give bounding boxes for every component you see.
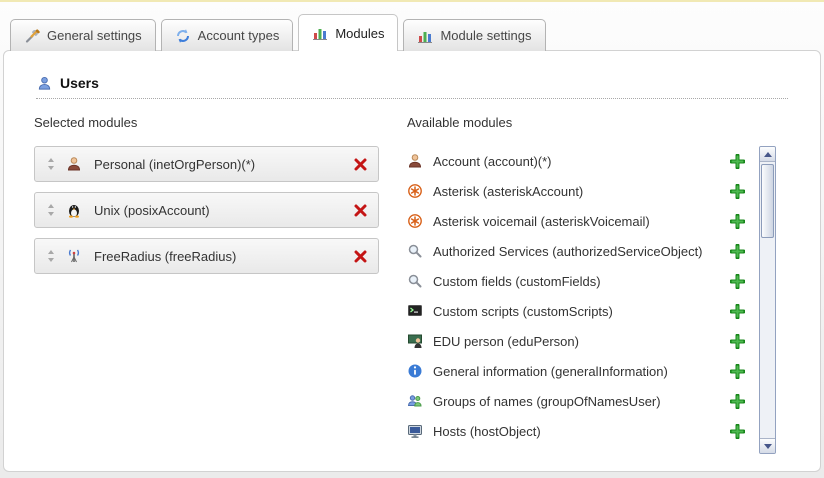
tab-module-settings[interactable]: Module settings <box>403 19 545 51</box>
add-module-button[interactable] <box>730 184 745 199</box>
module-label: FreeRadius (freeRadius) <box>94 249 353 264</box>
scroll-up-icon <box>764 152 772 157</box>
available-module-row: Groups of names (groupOfNamesUser) <box>407 386 753 416</box>
delete-module-button[interactable] <box>353 157 368 172</box>
tab-label: Modules <box>335 26 384 41</box>
available-module-row: Hosts (hostObject) <box>407 416 753 446</box>
group-icon <box>407 393 423 409</box>
selected-module-row[interactable]: Personal (inetOrgPerson)(*) <box>34 146 379 182</box>
add-module-button[interactable] <box>730 214 745 229</box>
chart-icon <box>417 28 433 44</box>
available-modules-list: Account (account)(*) Asterisk (asteriskAc… <box>407 146 753 446</box>
person-icon <box>407 153 423 169</box>
users-icon <box>36 75 52 91</box>
available-modules-area: Account (account)(*) Asterisk (asteriskAc… <box>407 146 776 454</box>
available-modules-column: Available modules Account (account)(*) As… <box>407 115 776 454</box>
available-module-row: Account (account)(*) <box>407 146 753 176</box>
drag-icon[interactable] <box>45 249 57 263</box>
refresh-icon <box>175 28 191 44</box>
unix-icon <box>66 202 82 218</box>
available-module-row: General information (generalInformation) <box>407 356 753 386</box>
module-label: Authorized Services (authorizedServiceOb… <box>433 244 730 259</box>
asterisk-icon <box>407 213 423 229</box>
tab-account-types[interactable]: Account types <box>161 19 294 51</box>
add-module-button[interactable] <box>730 304 745 319</box>
module-label: Personal (inetOrgPerson)(*) <box>94 157 353 172</box>
scrollbar-track[interactable] <box>760 162 775 438</box>
module-label: Groups of names (groupOfNamesUser) <box>433 394 730 409</box>
add-module-button[interactable] <box>730 364 745 379</box>
available-module-row: EDU person (eduPerson) <box>407 326 753 356</box>
scroll-down-icon <box>764 444 772 449</box>
module-label: Custom scripts (customScripts) <box>433 304 730 319</box>
module-label: Custom fields (customFields) <box>433 274 730 289</box>
section-header: Users <box>36 75 788 99</box>
magnifier-icon <box>407 273 423 289</box>
lam-configuration-page: General settings Account types Modules Modu… <box>0 0 824 472</box>
selected-modules-list: Personal (inetOrgPerson)(*) Unix (posixAc… <box>34 146 379 274</box>
tab-bar: General settings Account types Modules Modu… <box>0 2 824 50</box>
scroll-up-button[interactable] <box>760 147 775 162</box>
person-icon <box>66 156 82 172</box>
module-label: Asterisk (asteriskAccount) <box>433 184 730 199</box>
selected-module-row[interactable]: Unix (posixAccount) <box>34 192 379 228</box>
tab-label: Account types <box>198 28 280 43</box>
add-module-button[interactable] <box>730 274 745 289</box>
magnifier-icon <box>407 243 423 259</box>
module-label: EDU person (eduPerson) <box>433 334 730 349</box>
chart-icon <box>312 25 328 41</box>
available-modules-heading: Available modules <box>407 115 776 130</box>
add-module-button[interactable] <box>730 334 745 349</box>
host-icon <box>407 423 423 439</box>
available-modules-scrollbar[interactable] <box>759 146 776 454</box>
info-icon <box>407 363 423 379</box>
freeradius-icon <box>66 248 82 264</box>
module-label: General information (generalInformation) <box>433 364 730 379</box>
selected-modules-heading: Selected modules <box>34 115 379 130</box>
available-module-row: Asterisk voicemail (asteriskVoicemail) <box>407 206 753 236</box>
asterisk-icon <box>407 183 423 199</box>
scrollbar-thumb[interactable] <box>761 164 774 238</box>
drag-icon[interactable] <box>45 157 57 171</box>
add-module-button[interactable] <box>730 424 745 439</box>
available-module-row: Custom scripts (customScripts) <box>407 296 753 326</box>
add-module-button[interactable] <box>730 244 745 259</box>
tab-label: General settings <box>47 28 142 43</box>
selected-modules-column: Selected modules Personal (inetOrgPerson… <box>34 115 379 454</box>
edu-icon <box>407 333 423 349</box>
content-panel: Users Selected modules Personal (inetOrg… <box>3 50 821 472</box>
module-label: Account (account)(*) <box>433 154 730 169</box>
wrench-icon <box>24 28 40 44</box>
scroll-down-button[interactable] <box>760 438 775 453</box>
module-label: Asterisk voicemail (asteriskVoicemail) <box>433 214 730 229</box>
available-module-row: Custom fields (customFields) <box>407 266 753 296</box>
module-label: Unix (posixAccount) <box>94 203 353 218</box>
selected-module-row[interactable]: FreeRadius (freeRadius) <box>34 238 379 274</box>
available-module-row: Asterisk (asteriskAccount) <box>407 176 753 206</box>
delete-module-button[interactable] <box>353 203 368 218</box>
module-label: Hosts (hostObject) <box>433 424 730 439</box>
tab-label: Module settings <box>440 28 531 43</box>
modules-columns: Selected modules Personal (inetOrgPerson… <box>4 99 820 454</box>
add-module-button[interactable] <box>730 394 745 409</box>
section-title: Users <box>60 75 99 91</box>
drag-icon[interactable] <box>45 203 57 217</box>
terminal-icon <box>407 303 423 319</box>
add-module-button[interactable] <box>730 154 745 169</box>
tab-modules[interactable]: Modules <box>298 14 398 51</box>
delete-module-button[interactable] <box>353 249 368 264</box>
tab-general-settings[interactable]: General settings <box>10 19 156 51</box>
available-module-row: Authorized Services (authorizedServiceOb… <box>407 236 753 266</box>
